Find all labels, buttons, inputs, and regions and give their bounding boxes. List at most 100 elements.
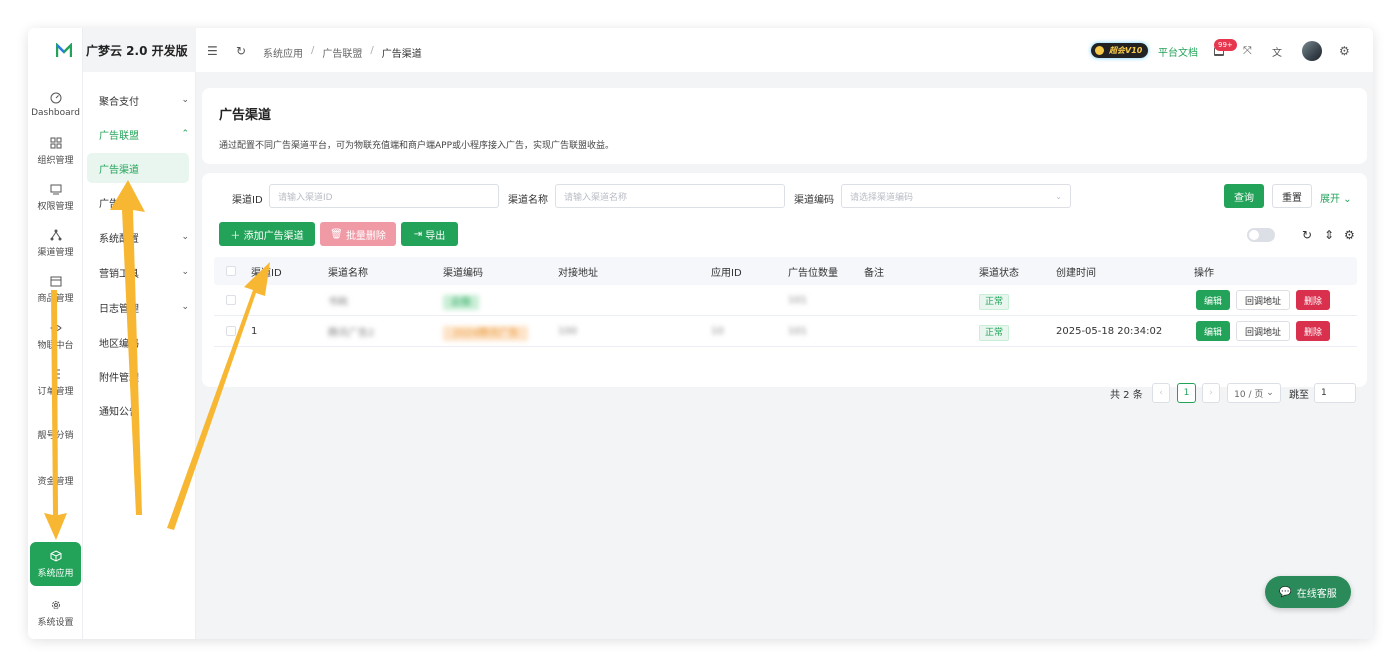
callback-url-button[interactable]: 回调地址 (1236, 321, 1290, 341)
status-badge: 正常 (979, 293, 1010, 310)
column-height-icon[interactable]: ⇕ (1324, 228, 1334, 242)
avatar[interactable] (1302, 41, 1322, 61)
rail-permission[interactable]: 权限管理 (30, 176, 81, 218)
rail-label: 系统应用 (37, 568, 74, 579)
page-size-select[interactable]: 10 / 页 ⌄ (1227, 383, 1281, 403)
rail-label: AI (51, 521, 60, 531)
query-button[interactable]: 查询 (1224, 184, 1264, 208)
rail-dashboard[interactable]: Dashboard (30, 84, 81, 126)
channel-code-select[interactable]: 请选择渠道编码 ⌄ (841, 184, 1071, 208)
submenu-logs[interactable]: 日志管理 ⌄ (99, 298, 189, 316)
cell-code: 2024腾讯广告 (443, 324, 529, 341)
delete-button[interactable]: 删除 (1296, 290, 1330, 310)
submenu-ad-channel[interactable]: 广告渠道 (87, 153, 189, 183)
rail-order[interactable]: 订单管理 (30, 361, 81, 403)
callback-url-button[interactable]: 回调地址 (1236, 290, 1290, 310)
prev-page-button[interactable]: ‹ (1152, 383, 1170, 403)
next-page-button[interactable]: › (1202, 383, 1220, 403)
main-card: 渠道ID 请输入渠道ID 渠道名称 请输入渠道名称 渠道编码 请选择渠道编码 ⌄ … (202, 173, 1367, 403)
display-toggle[interactable] (1247, 228, 1275, 242)
delete-button[interactable]: 删除 (1296, 321, 1330, 341)
rail-label: 商品管理 (37, 293, 74, 304)
breadcrumb-separator: / (370, 45, 374, 56)
breadcrumb-item[interactable]: 系统应用 (263, 45, 303, 60)
submenu-system-config[interactable]: 系统配置 ⌄ (99, 228, 189, 246)
page-number-current[interactable]: 1 (1177, 383, 1196, 403)
add-channel-button[interactable]: ＋ 添加广告渠道 (219, 222, 315, 246)
rail-label: Dashboard (31, 108, 80, 118)
rail-funds[interactable]: 资金管理 (30, 459, 81, 501)
notification-badge: 99+ (1214, 39, 1237, 51)
submenu-label: 聚合支付 (99, 96, 139, 108)
cell-address: 100 (558, 325, 578, 337)
submenu-marketing[interactable]: 营销工具 ⌄ (99, 263, 189, 281)
chevron-down-icon: ⌄ (1055, 191, 1062, 201)
settings-gear-icon[interactable]: ⚙ (1339, 44, 1350, 58)
rail-channel[interactable]: 渠道管理 (30, 222, 81, 264)
rail-label: 组织管理 (37, 155, 74, 166)
channel-name-input[interactable]: 请输入渠道名称 (555, 184, 785, 208)
submenu-ad-record[interactable]: 广告记录 (99, 193, 189, 211)
refresh-table-icon[interactable]: ↻ (1302, 228, 1312, 242)
row-checkbox[interactable] (226, 326, 236, 336)
th-remark: 备注 (864, 267, 884, 279)
batch-delete-button[interactable]: 🗑 批量删除 (320, 222, 396, 246)
page-size-label: 10 / 页 (1234, 389, 1264, 400)
rail-number[interactable]: 靓号分销 (30, 413, 81, 455)
rail-system-app[interactable]: 系统应用 (30, 542, 81, 586)
rail-iot[interactable]: 物联中台 (30, 315, 81, 357)
channel-code-label: 渠道编码 (794, 195, 834, 206)
submenu-region[interactable]: 地区编码 (99, 333, 189, 351)
vip-badge[interactable]: 超会V10 (1091, 43, 1149, 58)
page-title: 广告渠道 (219, 108, 272, 123)
rail-ai[interactable]: AI (30, 505, 81, 547)
platform-docs-link[interactable]: 平台文档 (1158, 44, 1198, 59)
expand-label: 展开 (1320, 194, 1340, 205)
jump-input[interactable]: 1 (1314, 383, 1356, 403)
cell-id: 1 (251, 325, 258, 337)
edit-button[interactable]: 编辑 (1196, 321, 1230, 341)
brand-title: 广梦云 2.0 开发版 (86, 44, 188, 58)
menu-fold-icon[interactable]: ☰ (207, 44, 218, 58)
rail-label: 资金管理 (37, 476, 74, 487)
button-label: 导出 (425, 230, 446, 242)
channel-id-input[interactable]: 请输入渠道ID (269, 184, 499, 208)
submenu-aggregate-pay[interactable]: 聚合支付 ⌄ (99, 91, 189, 109)
submenu-attachment[interactable]: 附件管理 (99, 367, 189, 385)
rail-label: 权限管理 (37, 201, 74, 212)
th-actions: 操作 (1194, 267, 1214, 279)
gear-icon (51, 600, 60, 609)
refresh-icon[interactable]: ↻ (236, 44, 246, 58)
app-window: Dashboard 组织管理 权限管理 渠道管理 商品管理 物联中台 订单管理 … (28, 28, 1373, 639)
chevron-up-icon: ⌃ (181, 129, 189, 139)
fullscreen-icon[interactable]: ⤧ (1243, 44, 1252, 58)
cell-name: 腾讯广告2 (328, 327, 375, 339)
row-checkbox[interactable] (226, 295, 236, 305)
logo-icon (56, 43, 72, 57)
rail-goods[interactable]: 商品管理 (30, 268, 81, 310)
cell-slots: 101 (788, 325, 808, 337)
button-label: 批量删除 (345, 230, 386, 242)
th-status: 渠道状态 (979, 267, 1019, 279)
submenu-label: 附件管理 (99, 372, 139, 384)
button-label: 添加广告渠道 (243, 230, 304, 242)
cell-status: 正常 (979, 293, 1010, 310)
submenu-notice[interactable]: 通知公告 (99, 401, 189, 419)
chevron-down-icon: ⌄ (1266, 388, 1274, 398)
table-settings-icon[interactable]: ⚙ (1344, 228, 1355, 242)
submenu-ad-union[interactable]: 广告联盟 ⌃ (99, 125, 189, 143)
translate-icon[interactable]: 文 (1272, 44, 1282, 59)
export-button[interactable]: ⇥ 导出 (401, 222, 458, 246)
rail-org[interactable]: 组织管理 (30, 130, 81, 172)
channel-table: 渠道ID 渠道名称 渠道编码 对接地址 应用ID 广告位数量 备注 渠道状态 创… (214, 257, 1357, 347)
rail-settings[interactable]: 系统设置 (30, 592, 81, 634)
table-row: 书耗 云极 101 正常 编辑 回调地址 删除 (214, 285, 1357, 316)
breadcrumb-item[interactable]: 广告联盟 (322, 45, 362, 60)
reset-button[interactable]: 重置 (1272, 184, 1312, 208)
edit-button[interactable]: 编辑 (1196, 290, 1230, 310)
status-badge: 正常 (979, 324, 1010, 341)
online-service-button[interactable]: 💬 在线客服 (1265, 576, 1351, 608)
select-all-checkbox[interactable] (226, 266, 236, 276)
pagination-total: 共 2 条 (1110, 390, 1143, 401)
expand-toggle[interactable]: 展开 ⌄ (1320, 190, 1352, 205)
